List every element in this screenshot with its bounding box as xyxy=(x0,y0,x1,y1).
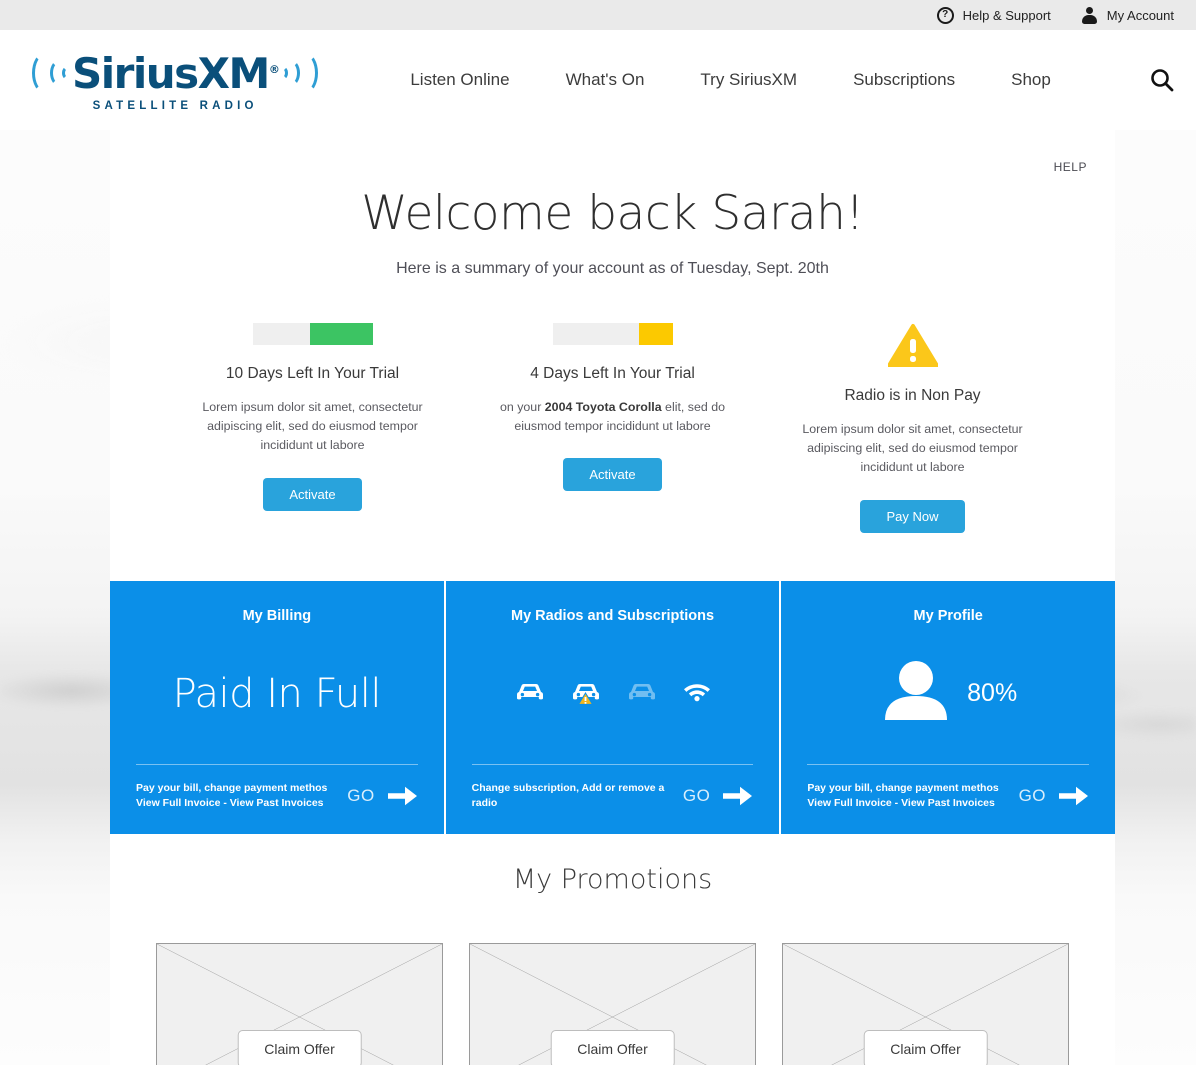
status-card-row: 10 Days Left In Your Trial Lorem ipsum d… xyxy=(110,323,1115,533)
car-inactive-icon[interactable] xyxy=(627,680,657,707)
dashboard-panel: HELP Welcome back Sarah! Here is a summa… xyxy=(110,130,1115,1065)
tile-title: My Billing xyxy=(242,607,312,624)
search-icon[interactable] xyxy=(1148,66,1176,94)
profile-group: 80% xyxy=(879,660,1017,727)
status-card-non-pay: Radio is in Non Pay Lorem ipsum dolor si… xyxy=(763,323,1063,533)
main-navigation: Listen Online What's On Try SiriusXM Sub… xyxy=(410,70,1050,90)
help-support-label: Help & Support xyxy=(962,7,1051,23)
siriusxm-logo[interactable]: SiriusXM® SATELLITE RADIO xyxy=(32,48,319,112)
status-card-trial-10-days: 10 Days Left In Your Trial Lorem ipsum d… xyxy=(163,323,463,533)
page-title: Welcome back Sarah! xyxy=(361,186,864,241)
car-warning-icon[interactable] xyxy=(571,680,601,707)
warning-triangle-icon xyxy=(887,323,938,367)
avatar xyxy=(879,660,953,727)
tile-link-line-1: Pay your bill, change payment methos xyxy=(807,782,999,795)
progress-fill xyxy=(638,323,673,345)
nav-item-try-siriusxm[interactable]: Try SiriusXM xyxy=(700,70,797,90)
logo-wordmark: SiriusXM® xyxy=(72,48,280,98)
site-header: SiriusXM® SATELLITE RADIO Listen Online … xyxy=(0,30,1196,130)
dashboard-tiles: My Billing Paid In Full Pay your bill, c… xyxy=(110,580,1115,834)
tile-body: 80% xyxy=(807,624,1089,765)
go-button-billing[interactable]: GO xyxy=(347,785,417,807)
tile-my-billing[interactable]: My Billing Paid In Full Pay your bill, c… xyxy=(110,581,444,834)
promo-card[interactable]: Claim Offer xyxy=(156,942,443,1065)
go-label: GO xyxy=(1018,786,1047,806)
my-account-link[interactable]: My Account xyxy=(1081,6,1174,24)
tile-links[interactable]: Pay your bill, change payment methos Vie… xyxy=(807,781,998,811)
promo-card[interactable]: Claim Offer xyxy=(782,942,1069,1065)
tile-links[interactable]: Pay your bill, change payment methos Vie… xyxy=(136,781,327,811)
tile-link-line-2: View Full Invoice - View Past Invoices xyxy=(807,797,995,810)
tile-my-radios-and-subscriptions[interactable]: My Radios and Subscriptions Change subsc… xyxy=(443,580,780,834)
nav-item-shop[interactable]: Shop xyxy=(1011,70,1051,90)
status-title: Radio is in Non Pay xyxy=(844,387,981,404)
radio-icon-list xyxy=(515,680,711,707)
tile-title: My Profile xyxy=(913,607,983,624)
go-label: GO xyxy=(682,786,711,806)
vehicle-name: 2004 Toyota Corolla xyxy=(544,400,662,414)
tile-body xyxy=(472,624,754,765)
claim-offer-button[interactable]: Claim Offer xyxy=(237,1029,362,1065)
tile-footer: Change subscription, Add or remove a rad… xyxy=(471,764,754,833)
status-description: Lorem ipsum dolor sit amet, consectetur … xyxy=(802,422,1023,475)
nav-item-listen-online[interactable]: Listen Online xyxy=(410,70,509,90)
question-mark-icon: ? xyxy=(936,6,954,24)
tile-footer: Pay your bill, change payment methos Vie… xyxy=(136,764,418,833)
activate-button-trial-4-days[interactable]: Activate xyxy=(563,458,662,492)
car-icon[interactable] xyxy=(515,680,545,707)
go-label: GO xyxy=(347,786,375,806)
status-card-trial-4-days: 4 Days Left In Your Trial on your 2004 T… xyxy=(463,323,763,533)
tile-links[interactable]: Change subscription, Add or remove a rad… xyxy=(472,781,673,811)
tile-title: My Radios and Subscriptions xyxy=(510,607,715,624)
arrow-right-icon xyxy=(723,785,753,807)
progress-bar-trial-10-days xyxy=(252,323,373,345)
progress-bar-trial-4-days xyxy=(552,323,673,345)
claim-offer-button[interactable]: Claim Offer xyxy=(863,1029,988,1065)
tile-link-line-1: Pay your bill, change payment methos xyxy=(136,782,328,795)
tile-my-profile[interactable]: My Profile 80% Pay your bill, change pay… xyxy=(779,580,1115,834)
activate-button-trial-10-days[interactable]: Activate xyxy=(263,477,362,511)
tile-link-line-1: Change subscription, Add or remove a rad… xyxy=(471,782,665,810)
logo-tagline: SATELLITE RADIO xyxy=(92,99,258,112)
nav-item-whats-on[interactable]: What's On xyxy=(566,70,645,90)
utility-bar: ? Help & Support My Account xyxy=(0,0,1196,30)
promotions-row: Claim Offer Claim Offer Claim Offer xyxy=(110,895,1115,1065)
person-icon xyxy=(1081,6,1098,24)
promotions-title: My Promotions xyxy=(512,863,713,895)
billing-status-value: Paid In Full xyxy=(172,670,382,717)
go-button-radios[interactable]: GO xyxy=(683,785,753,807)
pay-now-button[interactable]: Pay Now xyxy=(860,499,965,533)
nav-item-subscriptions[interactable]: Subscriptions xyxy=(853,70,955,90)
help-link[interactable]: HELP xyxy=(1054,160,1087,174)
help-support-link[interactable]: ? Help & Support xyxy=(936,6,1051,24)
tile-footer: Pay your bill, change payment methos Vie… xyxy=(807,764,1090,833)
status-title: 4 Days Left In Your Trial xyxy=(530,365,695,382)
my-account-label: My Account xyxy=(1106,7,1174,23)
progress-fill xyxy=(310,323,373,345)
arrow-right-icon xyxy=(1059,785,1089,807)
status-description: on your 2004 Toyota Corolla elit, sed do… xyxy=(500,400,725,434)
tile-link-line-2: View Full Invoice - View Past Invoices xyxy=(136,797,324,810)
arrow-right-icon xyxy=(387,785,418,807)
promo-card[interactable]: Claim Offer xyxy=(469,942,756,1065)
logo-wave-left-icon xyxy=(32,50,68,96)
registered-mark: ® xyxy=(268,62,280,76)
status-description: Lorem ipsum dolor sit amet, consectetur … xyxy=(202,400,423,453)
wifi-icon[interactable] xyxy=(683,680,711,707)
logo-wave-right-icon xyxy=(282,50,319,96)
tile-body: Paid In Full xyxy=(136,624,418,765)
status-title: 10 Days Left In Your Trial xyxy=(225,365,400,382)
page-subtitle: Here is a summary of your account as of … xyxy=(396,260,829,277)
profile-completion-percent: 80% xyxy=(967,679,1018,708)
claim-offer-button[interactable]: Claim Offer xyxy=(550,1029,675,1065)
go-button-profile[interactable]: GO xyxy=(1019,785,1089,807)
